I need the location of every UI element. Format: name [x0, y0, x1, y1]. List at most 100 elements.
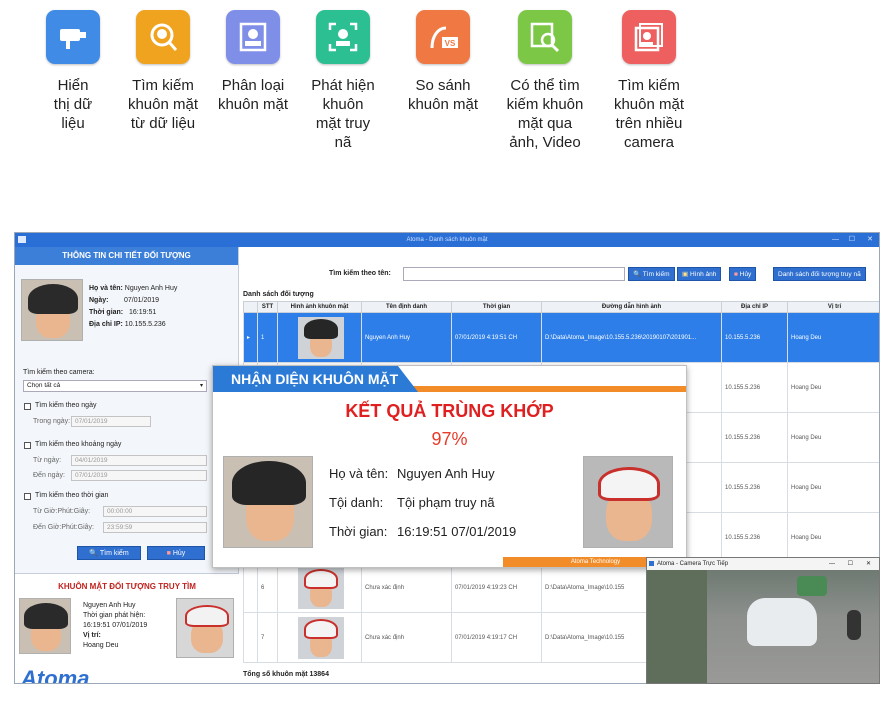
- row-face: [277, 612, 362, 663]
- row-time: 07/01/2019 4:19:23 CH: [451, 562, 542, 613]
- camera-select-value: Chọn tất cả: [27, 382, 61, 389]
- from-time-field[interactable]: 00:00:00: [103, 506, 207, 517]
- multi-camera-icon: [622, 10, 676, 64]
- filter-search-button[interactable]: 🔍 Tìm kiếm: [77, 546, 141, 560]
- row-location: Hoang Deu: [787, 312, 879, 363]
- match-time: 16:19:51 07/01/2019: [397, 524, 517, 539]
- face-scan-icon: [316, 10, 370, 64]
- cancel-button[interactable]: ■ Hủy: [729, 267, 757, 281]
- wanted-header: KHUÔN MẶT ĐỐI TƯỢNG TRUY TÌM: [58, 582, 196, 591]
- atoma-logo: Atoma: [21, 666, 90, 684]
- by-range-checkbox[interactable]: [24, 442, 31, 449]
- column-header[interactable]: STT: [257, 301, 278, 313]
- wanted-section: KHUÔN MẶT ĐỐI TƯỢNG TRUY TÌM Nguyen Anh …: [15, 573, 239, 684]
- feature-tile[interactable]: Tìm kiếm khuôn mặt trên nhiều camera: [604, 10, 694, 152]
- column-header[interactable]: Địa chỉ IP: [721, 301, 788, 313]
- detail-name-label: Họ và tên:: [89, 285, 123, 292]
- minimize-icon[interactable]: —: [832, 233, 839, 247]
- row-face: [277, 562, 362, 613]
- camera-feed: [647, 570, 879, 683]
- feature-tile[interactable]: Phân loại khuôn mặt: [208, 10, 298, 114]
- wanted-face-photo: [19, 598, 71, 654]
- wanted-name: Nguyen Anh Huy: [83, 602, 136, 609]
- by-range-label: Tìm kiếm theo khoảng ngày: [35, 441, 122, 448]
- filter-cancel-label: Hủy: [172, 550, 186, 557]
- wanted-detected: 16:19:51 07/01/2019: [83, 622, 148, 629]
- match-time-label: Thời gian:: [329, 524, 388, 539]
- feature-label: Tìm kiếm khuôn mặt từ dữ liệu: [127, 77, 199, 132]
- feature-label: Phân loại khuôn mặt: [217, 77, 289, 113]
- filter-cancel-button[interactable]: ■ Hủy: [147, 546, 205, 560]
- row-ip: 10.155.5.236: [721, 362, 788, 413]
- wanted-list-button[interactable]: Danh sách đối tượng truy nã: [773, 267, 866, 281]
- camera-icon: [46, 10, 100, 64]
- camera-window: Atoma - Camera Trực Tiếp — ☐ ✕: [646, 557, 880, 684]
- feature-label: So sánh khuôn mặt: [407, 77, 479, 113]
- search-button[interactable]: 🔍 Tìm kiếm: [628, 267, 675, 281]
- list-title: Danh sách đối tượng: [243, 291, 314, 298]
- popup-tab: NHẬN DIỆN KHUÔN MẶT: [213, 366, 418, 392]
- match-name: Nguyen Anh Huy: [397, 466, 495, 481]
- maximize-icon[interactable]: ☐: [849, 233, 855, 247]
- search-name-input[interactable]: [403, 267, 625, 281]
- row-time: 07/01/2019 4:19:17 CH: [451, 612, 542, 663]
- table-row[interactable]: ▸ 1 Nguyen Anh Huy 07/01/2019 4:19:51 CH D:\…: [243, 312, 879, 363]
- row-location: Hoang Deu: [787, 512, 879, 563]
- row-name: Nguyen Anh Huy: [361, 312, 452, 363]
- feature-tile[interactable]: VS So sánh khuôn mặt: [398, 10, 488, 114]
- row-stt: 7: [257, 612, 278, 663]
- by-day-label: Tìm kiếm theo ngày: [35, 402, 97, 409]
- detail-time: 16:19:51: [128, 309, 157, 316]
- match-percent: 97%: [431, 429, 468, 449]
- from-field[interactable]: 04/01/2019: [71, 455, 207, 466]
- camera-title: Atoma - Camera Trực Tiếp: [657, 561, 729, 567]
- camera-maximize-icon[interactable]: ☐: [848, 558, 853, 570]
- to-field[interactable]: 07/01/2019: [71, 470, 207, 481]
- image-button[interactable]: ▣ Hình ảnh: [677, 267, 722, 281]
- row-indicator: ▸: [243, 312, 258, 363]
- cancel-button-label: Hủy: [739, 271, 752, 278]
- feature-tile[interactable]: Phát hiện khuôn mặt truy nã: [298, 10, 388, 152]
- to-time-field[interactable]: 23:59:59: [103, 522, 207, 533]
- search-button-label: Tìm kiếm: [642, 271, 670, 278]
- wanted-location-label: Vị trí:: [83, 632, 101, 639]
- image-button-label: Hình ảnh: [689, 271, 717, 278]
- match-crime: Tội phạm truy nã: [397, 495, 495, 510]
- detail-face-photo: [21, 279, 83, 341]
- row-path: D:\Data\Atoma_Image\10.155.5.236\2019010…: [541, 312, 722, 363]
- column-header[interactable]: Đường dẫn hình ảnh: [541, 301, 722, 313]
- column-header[interactable]: Thời gian: [451, 301, 542, 313]
- camera-select[interactable]: Chọn tất cả ▾: [23, 380, 207, 392]
- in-day-field[interactable]: 07/01/2019: [71, 416, 151, 427]
- camera-close-icon[interactable]: ✕: [866, 558, 871, 570]
- svg-text:VS: VS: [445, 39, 456, 48]
- column-header[interactable]: Vị trí: [787, 301, 879, 313]
- row-face: [277, 312, 362, 363]
- column-header[interactable]: Hình ảnh khuôn mặt: [277, 301, 362, 313]
- portrait-icon: [226, 10, 280, 64]
- row-header-col: [243, 301, 258, 313]
- in-day-label: Trong ngày:: [33, 418, 71, 425]
- row-location: Hoang Deu: [787, 412, 879, 463]
- close-icon[interactable]: ✕: [867, 233, 873, 247]
- feature-tile[interactable]: Tìm kiếm khuôn mặt từ dữ liệu: [118, 10, 208, 133]
- camera-app-icon: [649, 561, 654, 566]
- image-icon: ▣: [682, 271, 689, 278]
- camera-minimize-icon[interactable]: —: [829, 558, 835, 570]
- row-name: Chưa xác định: [361, 612, 452, 663]
- row-stt: 1: [257, 312, 278, 363]
- row-face-thumbnail: [298, 566, 344, 609]
- row-ip: 10.155.5.236: [721, 512, 788, 563]
- to-time-label: Đến Giờ:Phút:Giây:: [33, 524, 95, 531]
- camera-feed-bus: [797, 576, 827, 596]
- window-titlebar: Atoma - Danh sách khuôn mặt — ☐ ✕: [15, 233, 879, 247]
- column-header[interactable]: Tên định danh: [361, 301, 452, 313]
- search-icon: 🔍: [89, 550, 99, 557]
- feature-tile[interactable]: Hiển thị dữ liệu: [28, 10, 118, 133]
- by-time-checkbox[interactable]: [24, 493, 31, 500]
- cancel-icon: ■: [734, 271, 738, 278]
- by-day-checkbox[interactable]: [24, 403, 31, 410]
- row-stt: 6: [257, 562, 278, 613]
- detail-ip-label: Địa chỉ IP:: [89, 321, 123, 328]
- feature-tile[interactable]: Có thể tìm kiếm khuôn mặt qua ảnh, Video: [500, 10, 590, 152]
